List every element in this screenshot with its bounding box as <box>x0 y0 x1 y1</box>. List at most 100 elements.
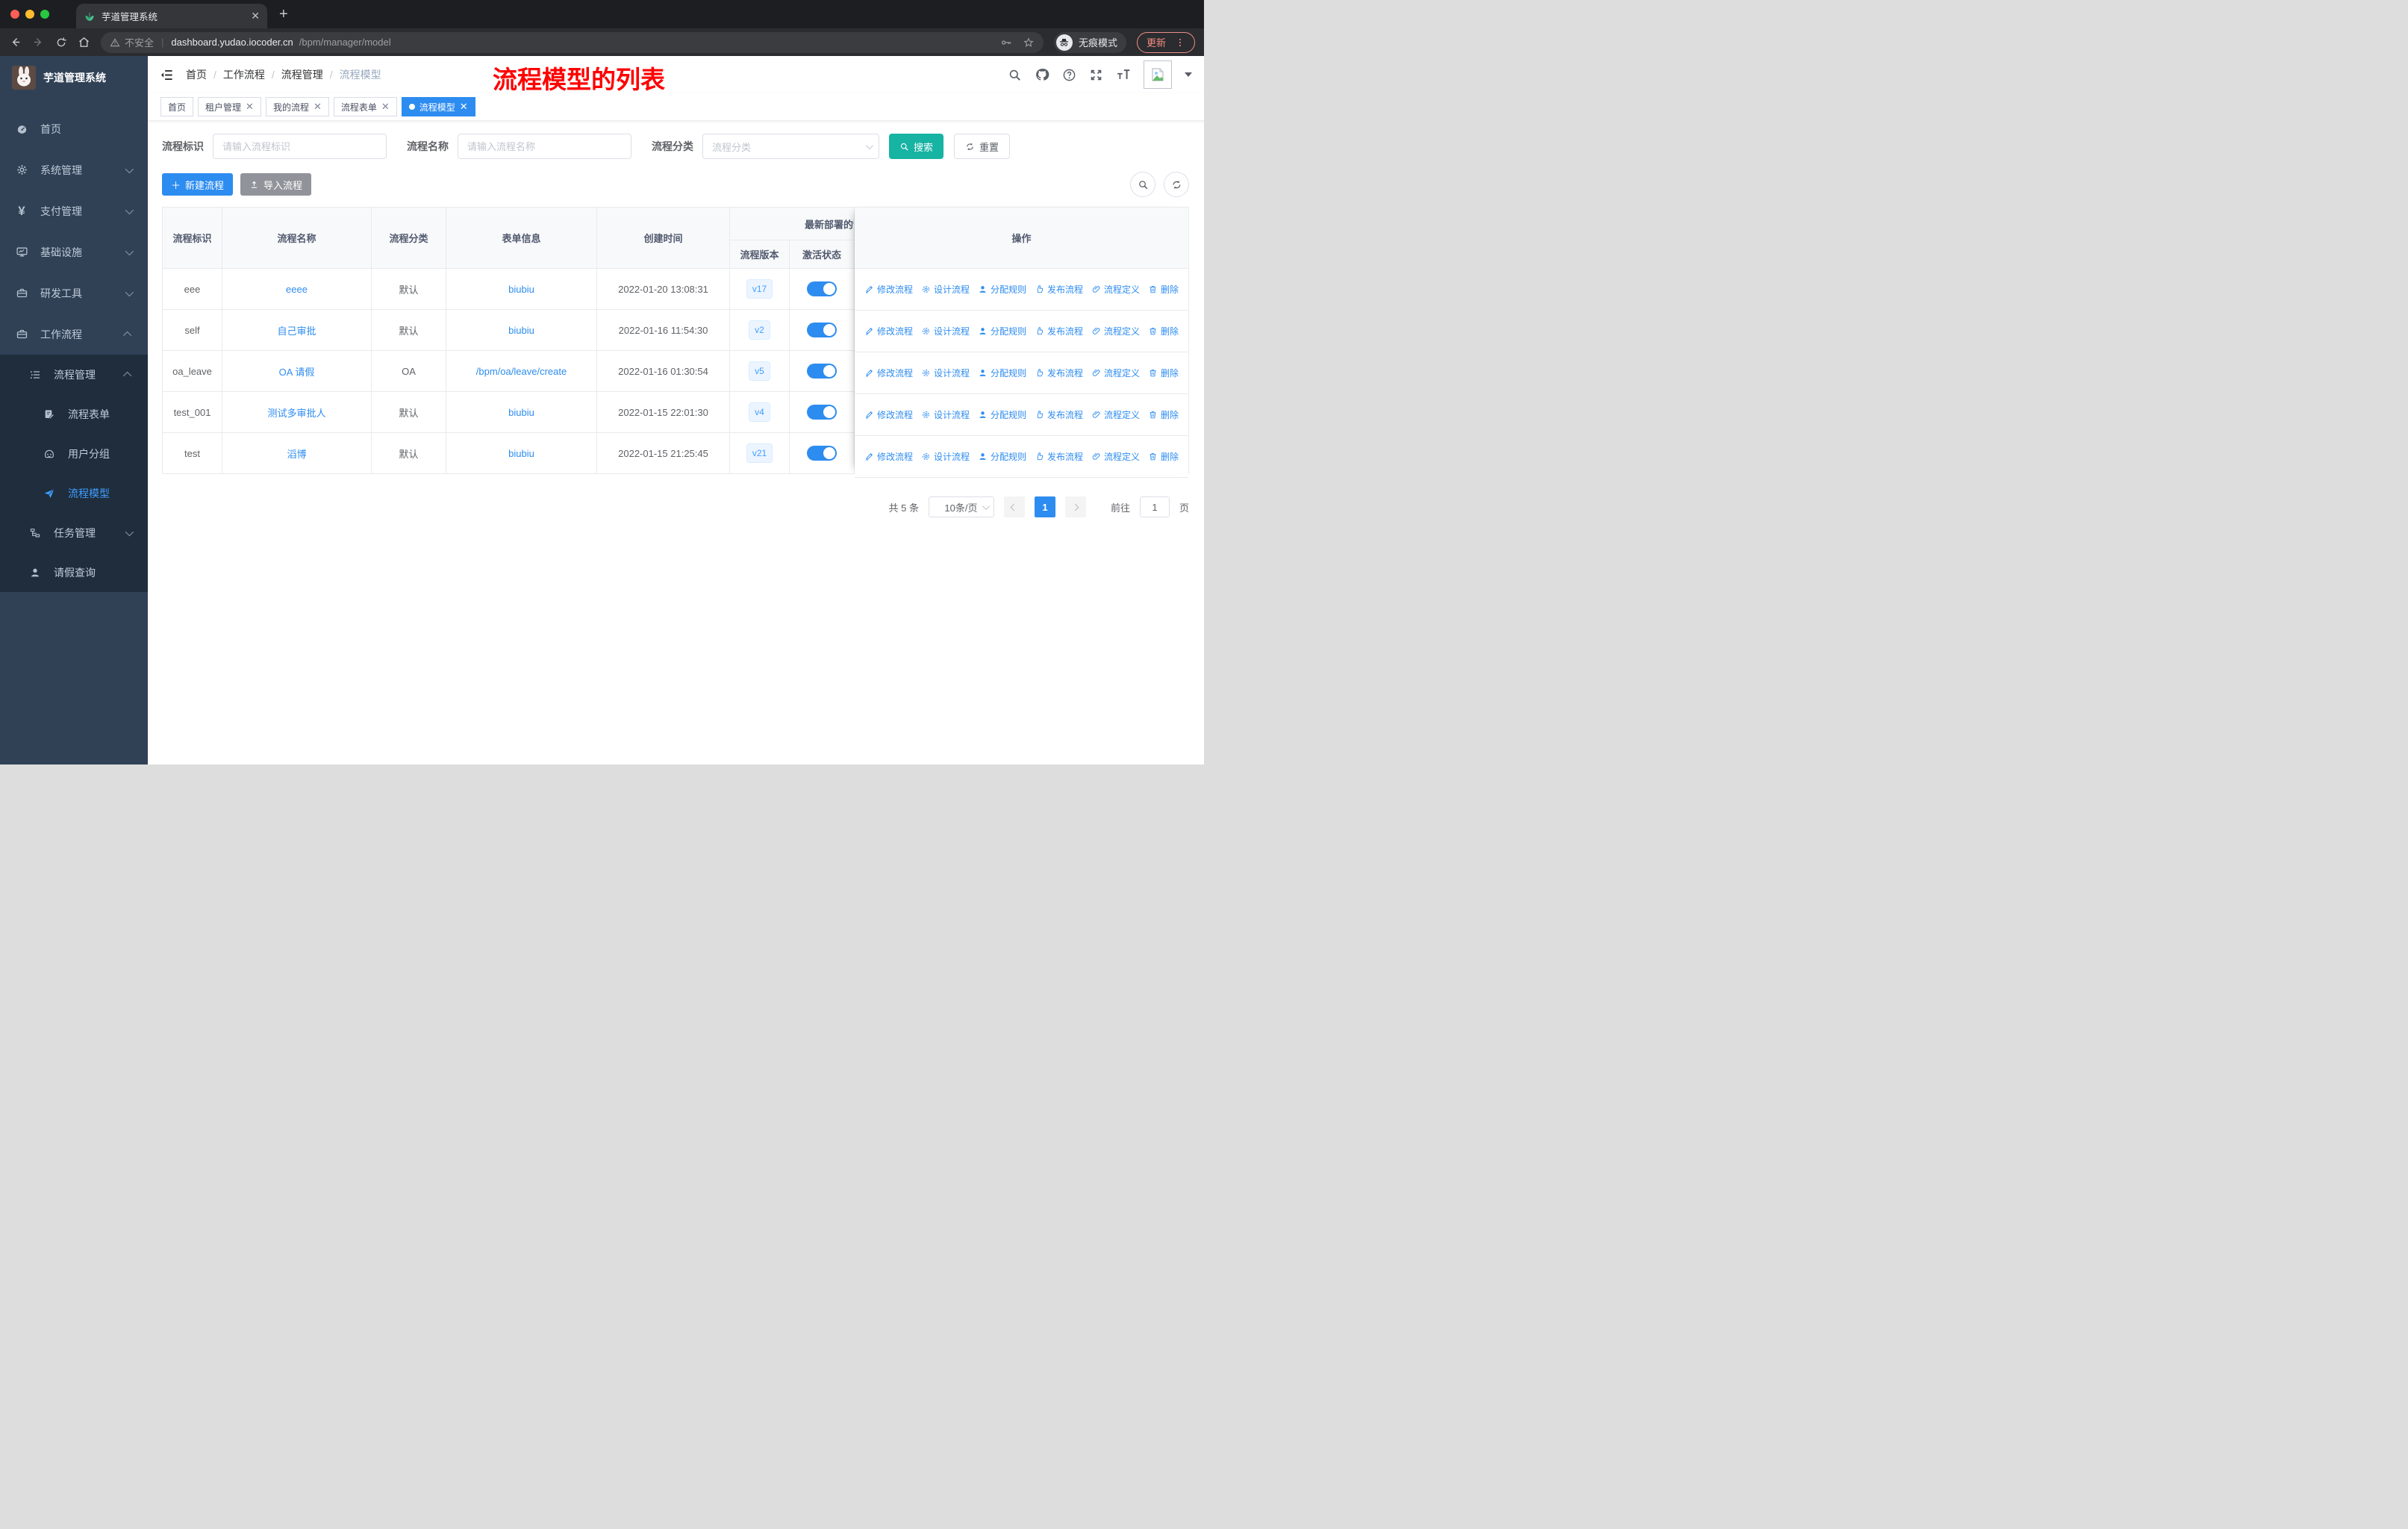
search-icon[interactable] <box>1008 68 1022 82</box>
tag-process-model[interactable]: 流程模型 ✕ <box>401 97 475 116</box>
address-bar[interactable]: 不安全 | dashboard.yudao.iocoder.cn/bpm/man… <box>101 31 1044 53</box>
process-definition-action[interactable]: 流程定义 <box>1091 325 1140 337</box>
sidebar-item-payment[interactable]: ¥ 支付管理 <box>0 190 148 231</box>
tag-close-icon[interactable]: ✕ <box>314 101 322 113</box>
process-category-select[interactable]: 流程分类 <box>702 134 879 159</box>
reset-button[interactable]: 重置 <box>954 134 1011 159</box>
tag-my-process[interactable]: 我的流程 ✕ <box>265 97 329 116</box>
sidebar-item-home[interactable]: 首页 <box>0 108 148 149</box>
user-avatar[interactable] <box>1144 60 1172 89</box>
publish-process-action[interactable]: 发布流程 <box>1035 325 1083 337</box>
version-badge[interactable]: v5 <box>749 361 770 381</box>
assign-rule-action[interactable]: 分配规则 <box>978 367 1026 379</box>
sidebar-item-leave-query[interactable]: 请假查询 <box>0 552 148 592</box>
sidebar-item-process-model[interactable]: 流程模型 <box>0 473 148 513</box>
edit-process-action[interactable]: 修改流程 <box>864 367 913 379</box>
form-info-link[interactable]: biubiu <box>508 284 534 295</box>
tag-home[interactable]: 首页 <box>160 97 194 116</box>
design-process-action[interactable]: 设计流程 <box>921 408 970 421</box>
process-definition-action[interactable]: 流程定义 <box>1091 450 1140 463</box>
version-badge[interactable]: v17 <box>746 279 773 299</box>
delete-action[interactable]: 删除 <box>1148 408 1179 421</box>
process-name-input[interactable] <box>458 134 631 159</box>
tag-close-icon[interactable]: ✕ <box>460 101 468 113</box>
breadcrumb-process-manage[interactable]: 流程管理 <box>281 67 323 82</box>
new-tab-button[interactable]: + <box>279 6 288 23</box>
design-process-action[interactable]: 设计流程 <box>921 367 970 379</box>
edit-process-action[interactable]: 修改流程 <box>864 450 913 463</box>
active-toggle[interactable] <box>807 405 837 420</box>
zoom-window-button[interactable] <box>40 10 49 19</box>
goto-page-input[interactable] <box>1139 496 1170 517</box>
page-size-select[interactable]: 10条/页 <box>928 496 994 517</box>
form-info-link[interactable]: /bpm/oa/leave/create <box>476 366 567 377</box>
delete-action[interactable]: 删除 <box>1148 450 1179 463</box>
import-process-button[interactable]: 导入流程 <box>240 173 312 196</box>
process-name-link[interactable]: 自己审批 <box>277 326 316 337</box>
design-process-action[interactable]: 设计流程 <box>921 283 970 296</box>
prev-page-button[interactable] <box>1003 496 1025 517</box>
publish-process-action[interactable]: 发布流程 <box>1035 283 1083 296</box>
process-name-link[interactable]: 滔博 <box>287 449 306 460</box>
fullscreen-icon[interactable] <box>1089 68 1103 82</box>
active-toggle[interactable] <box>807 323 837 337</box>
assign-rule-action[interactable]: 分配规则 <box>978 283 1026 296</box>
bookmark-star-icon[interactable] <box>1023 37 1035 49</box>
version-badge[interactable]: v2 <box>749 320 770 340</box>
tab-close-icon[interactable]: ✕ <box>251 10 260 22</box>
forward-icon[interactable] <box>32 36 45 49</box>
close-window-button[interactable] <box>10 10 19 19</box>
font-size-icon[interactable] <box>1116 67 1131 82</box>
design-process-action[interactable]: 设计流程 <box>921 325 970 337</box>
help-icon[interactable] <box>1062 68 1076 82</box>
security-status[interactable]: 不安全 <box>110 35 154 49</box>
sidebar-item-devtools[interactable]: 研发工具 <box>0 273 148 314</box>
publish-process-action[interactable]: 发布流程 <box>1035 408 1083 421</box>
tag-close-icon[interactable]: ✕ <box>381 101 390 113</box>
form-info-link[interactable]: biubiu <box>508 407 534 418</box>
sidebar-item-process-manage[interactable]: 流程管理 <box>0 355 148 394</box>
search-button[interactable]: 搜索 <box>889 134 944 159</box>
process-definition-action[interactable]: 流程定义 <box>1091 367 1140 379</box>
sidebar-logo[interactable]: 芋道管理系统 <box>0 56 148 99</box>
home-icon[interactable] <box>78 36 90 49</box>
breadcrumb-workflow[interactable]: 工作流程 <box>223 67 265 82</box>
delete-action[interactable]: 删除 <box>1148 283 1179 296</box>
process-id-input[interactable] <box>213 134 387 159</box>
browser-tab[interactable]: 芋道管理系统 ✕ <box>76 4 267 28</box>
form-info-link[interactable]: biubiu <box>508 448 534 459</box>
active-toggle[interactable] <box>807 446 837 461</box>
edit-process-action[interactable]: 修改流程 <box>864 325 913 337</box>
assign-rule-action[interactable]: 分配规则 <box>978 450 1026 463</box>
password-key-icon[interactable] <box>1000 37 1012 49</box>
back-icon[interactable] <box>9 36 22 49</box>
minimize-window-button[interactable] <box>25 10 34 19</box>
tag-close-icon[interactable]: ✕ <box>246 101 254 113</box>
github-icon[interactable] <box>1035 67 1049 82</box>
next-page-button[interactable] <box>1064 496 1086 517</box>
assign-rule-action[interactable]: 分配规则 <box>978 408 1026 421</box>
publish-process-action[interactable]: 发布流程 <box>1035 367 1083 379</box>
active-toggle[interactable] <box>807 281 837 296</box>
publish-process-action[interactable]: 发布流程 <box>1035 450 1083 463</box>
page-1-button[interactable]: 1 <box>1034 496 1055 517</box>
create-process-button[interactable]: ＋ 新建流程 <box>162 173 234 196</box>
sidebar-item-user-group[interactable]: 用户分组 <box>0 434 148 473</box>
process-definition-action[interactable]: 流程定义 <box>1091 408 1140 421</box>
delete-action[interactable]: 删除 <box>1148 367 1179 379</box>
tag-tenant[interactable]: 租户管理 ✕ <box>198 97 261 116</box>
browser-menu-dots-icon[interactable] <box>1175 37 1185 48</box>
form-info-link[interactable]: biubiu <box>508 325 534 336</box>
process-name-link[interactable]: 测试多审批人 <box>267 408 325 419</box>
sidebar-item-task-manage[interactable]: 任务管理 <box>0 513 148 552</box>
toggle-search-button[interactable] <box>1130 172 1155 197</box>
process-name-link[interactable]: OA 请假 <box>279 367 315 378</box>
active-toggle[interactable] <box>807 364 837 379</box>
design-process-action[interactable]: 设计流程 <box>921 450 970 463</box>
process-name-link[interactable]: eeee <box>286 284 308 295</box>
sidebar-item-process-form[interactable]: 流程表单 <box>0 394 148 434</box>
delete-action[interactable]: 删除 <box>1148 325 1179 337</box>
assign-rule-action[interactable]: 分配规则 <box>978 325 1026 337</box>
update-button[interactable]: 更新 <box>1136 31 1195 53</box>
version-badge[interactable]: v4 <box>749 402 770 422</box>
